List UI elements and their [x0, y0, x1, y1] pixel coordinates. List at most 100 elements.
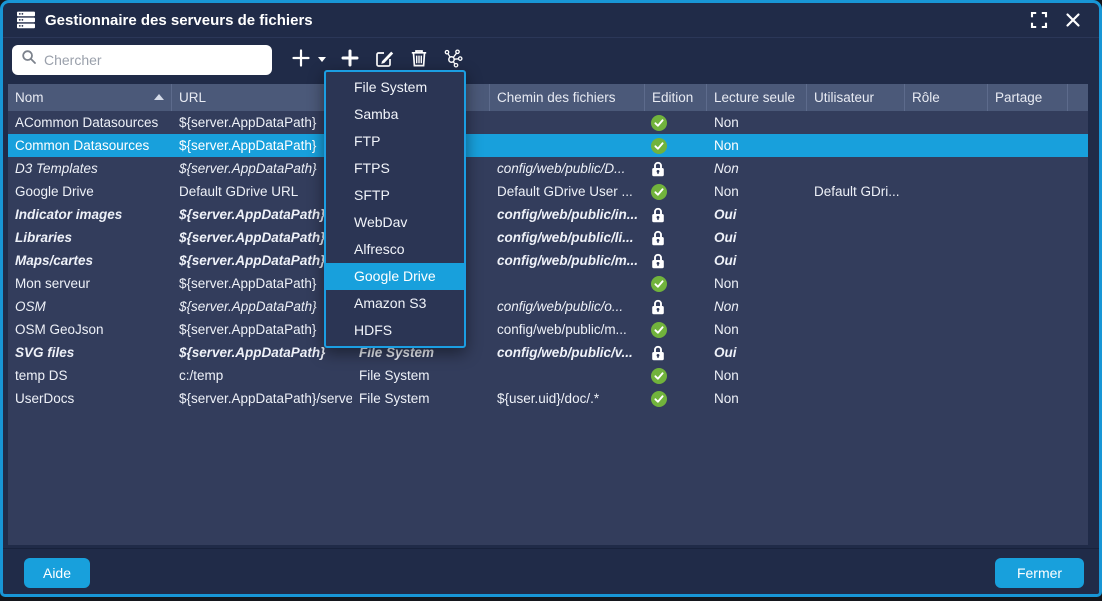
cell-nom: temp DS	[8, 364, 172, 387]
servers-table: NomURLChemin des fichiersEditionLecture …	[8, 84, 1088, 545]
dropdown-item[interactable]: WebDav	[326, 209, 464, 236]
help-button[interactable]: Aide	[24, 558, 90, 588]
cell-filler	[1068, 387, 1088, 410]
cell-nom: UserDocs	[8, 387, 172, 410]
cell-partage	[988, 341, 1068, 364]
cell-utilisateur	[807, 203, 905, 226]
cell-lecture: Non	[707, 180, 807, 203]
cell-chemin: config/web/public/m...	[490, 318, 645, 341]
cell-partage	[988, 226, 1068, 249]
cell-utilisateur	[807, 364, 905, 387]
file-server-manager-dialog: Gestionnaire des serveurs de fichiers	[0, 0, 1102, 597]
table-row[interactable]: OSM GeoJson${server.AppDataPath}config/w…	[8, 318, 1088, 341]
column-label: Rôle	[912, 90, 940, 105]
node-graph-icon	[443, 48, 464, 72]
cell-filler	[1068, 203, 1088, 226]
column-label: Utilisateur	[814, 90, 874, 105]
check-icon	[645, 134, 707, 157]
column-header-chemin[interactable]: Chemin des fichiers	[490, 84, 645, 111]
table-row[interactable]: D3 Templates${server.AppDataPath}config/…	[8, 157, 1088, 180]
cell-filler	[1068, 272, 1088, 295]
cell-lecture: Oui	[707, 249, 807, 272]
dropdown-item[interactable]: SFTP	[326, 182, 464, 209]
dropdown-item[interactable]: Amazon S3	[326, 290, 464, 317]
table-row[interactable]: temp DSc:/tempFile SystemNon	[8, 364, 1088, 387]
plus-icon	[291, 48, 311, 71]
dropdown-item[interactable]: Alfresco	[326, 236, 464, 263]
cell-partage	[988, 318, 1068, 341]
maximize-button[interactable]	[1026, 8, 1052, 32]
table-row[interactable]: Common Datasources${server.AppDataPath}N…	[8, 134, 1088, 157]
column-header-edition[interactable]: Edition	[645, 84, 707, 111]
cell-chemin	[490, 364, 645, 387]
dropdown-item[interactable]: Samba	[326, 101, 464, 128]
cell-chemin: config/web/public/li...	[490, 226, 645, 249]
cell-filler	[1068, 364, 1088, 387]
lock-icon	[645, 203, 707, 226]
table-body: ACommon Datasources${server.AppDataPath}…	[8, 111, 1088, 410]
close-icon[interactable]	[1060, 8, 1086, 32]
cell-nom: D3 Templates	[8, 157, 172, 180]
column-label: Chemin des fichiers	[497, 90, 616, 105]
cell-partage	[988, 387, 1068, 410]
table-row[interactable]: ACommon Datasources${server.AppDataPath}…	[8, 111, 1088, 134]
cell-role	[905, 203, 988, 226]
cell-chemin: config/web/public/v...	[490, 341, 645, 364]
cell-chemin	[490, 111, 645, 134]
table-row[interactable]: Indicator images${server.AppDataPath}con…	[8, 203, 1088, 226]
lock-icon	[645, 157, 707, 180]
search-box	[12, 45, 272, 75]
column-header-role[interactable]: Rôle	[905, 84, 988, 111]
dropdown-item[interactable]: FTPS	[326, 155, 464, 182]
cell-role	[905, 249, 988, 272]
cell-filler	[1068, 157, 1088, 180]
search-icon	[21, 49, 37, 70]
cell-partage	[988, 134, 1068, 157]
column-label: Lecture seule	[714, 90, 795, 105]
lock-icon	[645, 249, 707, 272]
table-row[interactable]: Libraries${server.AppDataPath}config/web…	[8, 226, 1088, 249]
dropdown-item[interactable]: FTP	[326, 128, 464, 155]
cell-utilisateur	[807, 111, 905, 134]
cell-filler	[1068, 111, 1088, 134]
cell-chemin: config/web/public/o...	[490, 295, 645, 318]
cell-utilisateur	[807, 157, 905, 180]
cell-lecture: Oui	[707, 341, 807, 364]
title-bar: Gestionnaire des serveurs de fichiers	[3, 3, 1099, 38]
table-row[interactable]: OSM${server.AppDataPath}config/web/publi…	[8, 295, 1088, 318]
column-header-utilisateur[interactable]: Utilisateur	[807, 84, 905, 111]
close-dialog-button[interactable]: Fermer	[995, 558, 1084, 588]
cell-type: File System	[352, 364, 490, 387]
cell-role	[905, 387, 988, 410]
cell-partage	[988, 272, 1068, 295]
column-header-partage[interactable]: Partage	[988, 84, 1068, 111]
cell-nom: Mon serveur	[8, 272, 172, 295]
cell-lecture: Non	[707, 295, 807, 318]
check-icon	[645, 387, 707, 410]
dropdown-item[interactable]: File System	[326, 74, 464, 101]
cell-role	[905, 341, 988, 364]
column-header-nom[interactable]: Nom	[8, 84, 172, 111]
table-row[interactable]: Mon serveur${server.AppDataPath}Non	[8, 272, 1088, 295]
table-row[interactable]: SVG files${server.AppDataPath}File Syste…	[8, 341, 1088, 364]
cell-chemin: config/web/public/m...	[490, 249, 645, 272]
cell-lecture: Non	[707, 134, 807, 157]
cell-utilisateur	[807, 341, 905, 364]
check-icon	[645, 318, 707, 341]
search-input[interactable]	[44, 52, 263, 68]
dropdown-item[interactable]: HDFS	[326, 317, 464, 344]
cell-partage	[988, 180, 1068, 203]
cell-lecture: Oui	[707, 203, 807, 226]
cell-filler	[1068, 295, 1088, 318]
table-row[interactable]: Maps/cartes${server.AppDataPath}config/w…	[8, 249, 1088, 272]
cell-nom: SVG files	[8, 341, 172, 364]
cell-partage	[988, 203, 1068, 226]
table-row[interactable]: UserDocs${server.AppDataPath}/serverFile…	[8, 387, 1088, 410]
cell-nom: OSM GeoJson	[8, 318, 172, 341]
table-row[interactable]: Google DriveDefault GDrive URLDefault GD…	[8, 180, 1088, 203]
column-header-filler	[1068, 84, 1088, 111]
column-header-lecture[interactable]: Lecture seule	[707, 84, 807, 111]
check-icon	[645, 272, 707, 295]
lock-icon	[645, 226, 707, 249]
dropdown-item[interactable]: Google Drive	[326, 263, 464, 290]
